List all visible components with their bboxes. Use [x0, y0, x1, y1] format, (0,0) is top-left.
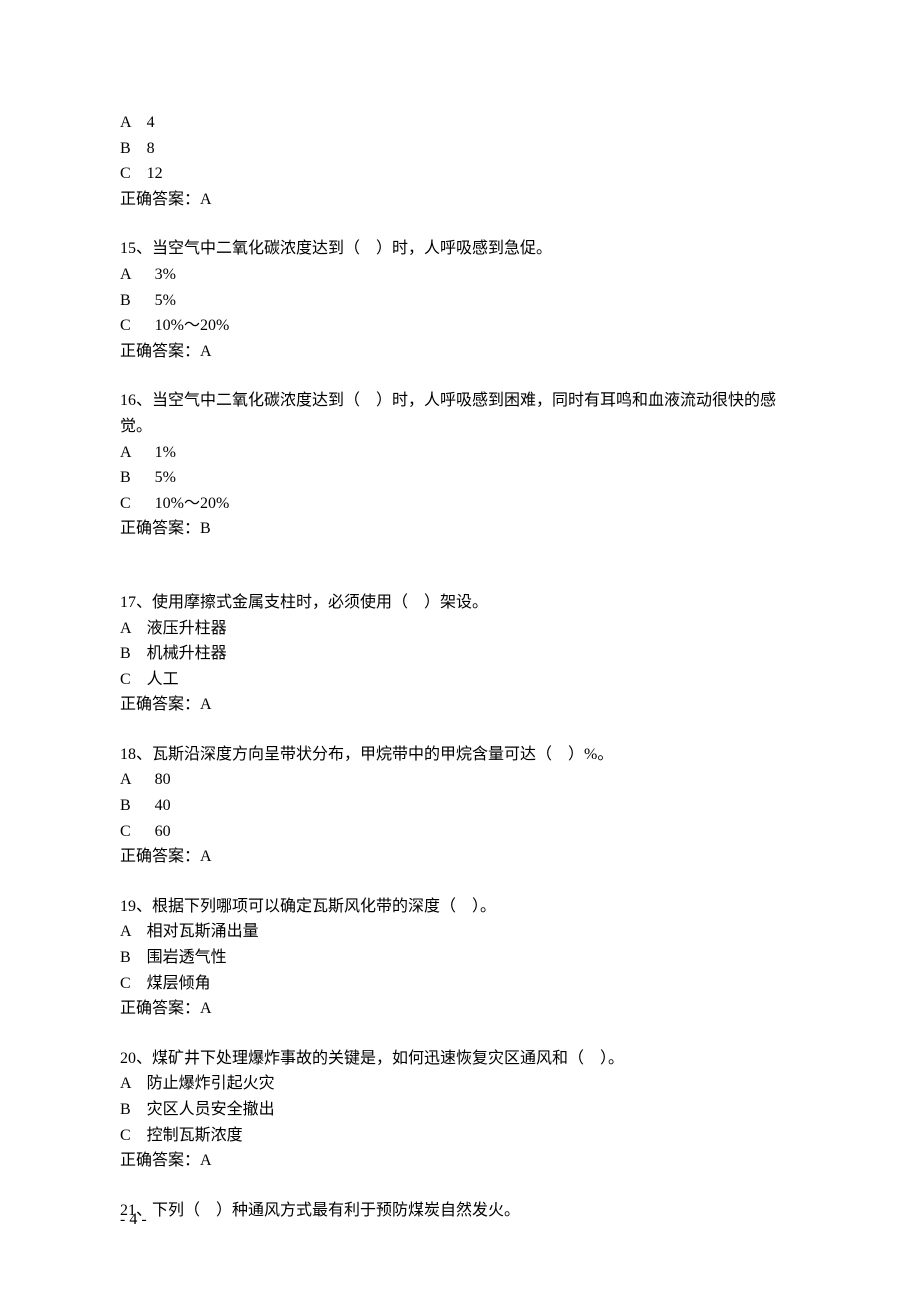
option-a: A 液压升柱器 [120, 616, 800, 642]
option-c: C 60 [120, 819, 800, 845]
question-14-partial: A 4 B 8 C 12 正确答案：A [120, 110, 800, 212]
question-stem: 18、瓦斯沿深度方向呈带状分布，甲烷带中的甲烷含量可达（ ）%。 [120, 742, 800, 768]
question-stem: 19、根据下列哪项可以确定瓦斯风化带的深度（ ）。 [120, 894, 800, 920]
question-stem: 21、下列（ ）种通风方式最有利于预防煤炭自然发火。 [120, 1198, 800, 1224]
option-a: A 防止爆炸引起火灾 [120, 1071, 800, 1097]
option-a: A 4 [120, 110, 800, 136]
correct-answer: 正确答案：A [120, 996, 800, 1022]
option-a: A 1% [120, 440, 800, 466]
correct-answer: 正确答案：B [120, 516, 800, 542]
option-c: C 12 [120, 161, 800, 187]
question-stem: 20、煤矿井下处理爆炸事故的关键是，如何迅速恢复灾区通风和（ ）。 [120, 1046, 800, 1072]
option-b: B 围岩透气性 [120, 945, 800, 971]
question-20: 20、煤矿井下处理爆炸事故的关键是，如何迅速恢复灾区通风和（ ）。 A 防止爆炸… [120, 1046, 800, 1174]
correct-answer: 正确答案：A [120, 187, 800, 213]
option-c: C 煤层倾角 [120, 971, 800, 997]
option-a: A 相对瓦斯涌出量 [120, 919, 800, 945]
question-18: 18、瓦斯沿深度方向呈带状分布，甲烷带中的甲烷含量可达（ ）%。 A 80 B … [120, 742, 800, 870]
document-page: A 4 B 8 C 12 正确答案：A 15、当空气中二氧化碳浓度达到（ ）时，… [0, 0, 920, 1307]
correct-answer: 正确答案：A [120, 1148, 800, 1174]
option-a: A 80 [120, 767, 800, 793]
option-b: B 40 [120, 793, 800, 819]
option-c: C 人工 [120, 667, 800, 693]
question-17: 17、使用摩擦式金属支柱时，必须使用（ ）架设。 A 液压升柱器 B 机械升柱器… [120, 590, 800, 718]
question-21-partial: 21、下列（ ）种通风方式最有利于预防煤炭自然发火。 [120, 1198, 800, 1224]
option-b: B 5% [120, 465, 800, 491]
option-a: A 3% [120, 262, 800, 288]
option-b: B 灾区人员安全撤出 [120, 1097, 800, 1123]
question-stem: 15、当空气中二氧化碳浓度达到（ ）时，人呼吸感到急促。 [120, 236, 800, 262]
option-c: C 控制瓦斯浓度 [120, 1123, 800, 1149]
correct-answer: 正确答案：A [120, 339, 800, 365]
page-number: - 4 - [120, 1207, 147, 1233]
question-stem: 17、使用摩擦式金属支柱时，必须使用（ ）架设。 [120, 590, 800, 616]
question-19: 19、根据下列哪项可以确定瓦斯风化带的深度（ ）。 A 相对瓦斯涌出量 B 围岩… [120, 894, 800, 1022]
option-b: B 机械升柱器 [120, 641, 800, 667]
correct-answer: 正确答案：A [120, 692, 800, 718]
spacer [120, 566, 800, 590]
question-15: 15、当空气中二氧化碳浓度达到（ ）时，人呼吸感到急促。 A 3% B 5% C… [120, 236, 800, 364]
question-16: 16、当空气中二氧化碳浓度达到（ ）时，人呼吸感到困难，同时有耳鸣和血液流动很快… [120, 388, 800, 542]
option-c: C 10%～20% [120, 491, 800, 517]
option-b: B 5% [120, 288, 800, 314]
option-b: B 8 [120, 136, 800, 162]
option-c: C 10%～20% [120, 313, 800, 339]
question-stem: 16、当空气中二氧化碳浓度达到（ ）时，人呼吸感到困难，同时有耳鸣和血液流动很快… [120, 388, 800, 439]
correct-answer: 正确答案：A [120, 844, 800, 870]
